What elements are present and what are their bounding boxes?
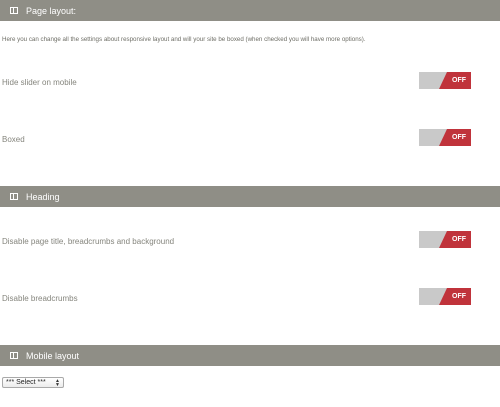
hide-slider-label: Hide slider on mobile [2,78,77,87]
section-title: Heading [26,191,60,202]
disable-page-title-toggle[interactable]: OFF [419,231,471,248]
select-value: *** Select *** [6,379,46,386]
disable-breadcrumbs-label: Disable breadcrumbs [2,294,78,303]
book-icon [10,352,18,359]
page-layout-description: Here you can change all the settings abo… [2,36,366,43]
disable-breadcrumbs-toggle[interactable]: OFF [419,288,471,305]
section-title: Page layout: [26,5,77,16]
section-header-heading: Heading [0,186,500,207]
book-icon [10,193,18,200]
select-arrows-icon: ▲ ▼ [55,377,60,388]
hide-slider-toggle[interactable]: OFF [419,72,471,89]
disable-page-title-label: Disable page title, breadcrumbs and back… [2,237,175,246]
section-title: Mobile layout [26,350,80,361]
toggle-label: OFF [452,236,466,243]
toggle-label: OFF [452,134,466,141]
section-header-page-layout: Page layout: [0,0,500,21]
mobile-layout-select[interactable]: *** Select *** ▲ ▼ [2,377,64,388]
boxed-toggle[interactable]: OFF [419,129,471,146]
book-icon [10,7,18,14]
section-header-mobile-layout: Mobile layout [0,345,500,366]
boxed-label: Boxed [2,135,25,144]
toggle-label: OFF [452,293,466,300]
toggle-label: OFF [452,77,466,84]
